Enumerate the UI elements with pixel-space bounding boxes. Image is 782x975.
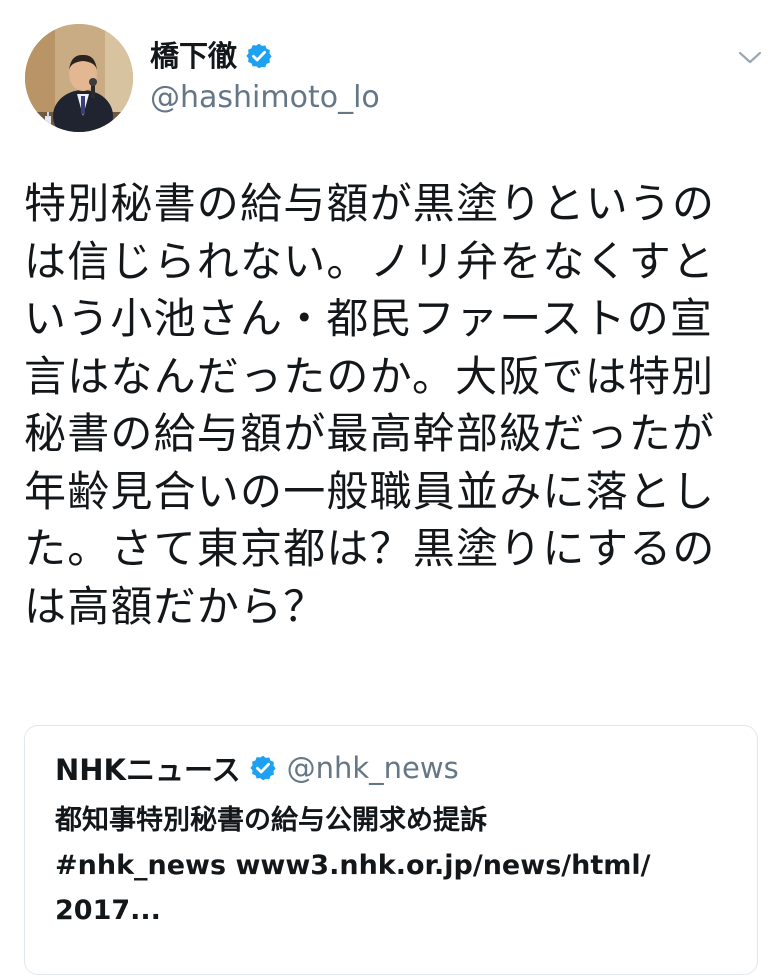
quoted-tweet-card[interactable]: NHKニュース @nhk_news 都知事特別秘書の給与公開求め提訴 #nhk_…: [24, 725, 758, 975]
display-name[interactable]: 橋下徹: [150, 38, 237, 74]
tweet-text: 特別秘書の給与額が黒塗りというの は信じられない。ノリ弁をなくすと いう小池さん…: [24, 179, 716, 631]
display-name-row[interactable]: 橋下徹: [150, 38, 380, 74]
verified-badge-icon: [249, 754, 277, 782]
tweet: 橋下徹 @hashimoto_lo 特別秘書の給与額が黒塗りというの は信じられ…: [0, 0, 782, 975]
quoted-tweet-text: 都知事特別秘書の給与公開求め提訴 #nhk_news www3.nhk.or.j…: [55, 805, 651, 926]
quoted-display-name: NHKニュース: [55, 753, 241, 787]
quoted-tweet-header: NHKニュース @nhk_news: [55, 748, 459, 788]
user-handle[interactable]: @hashimoto_lo: [150, 80, 380, 116]
chevron-down-icon[interactable]: [736, 48, 764, 68]
quoted-handle: @nhk_news: [286, 751, 459, 785]
verified-badge-icon: [245, 42, 273, 70]
avatar[interactable]: [25, 24, 133, 132]
user-header: 橋下徹 @hashimoto_lo: [150, 38, 380, 116]
